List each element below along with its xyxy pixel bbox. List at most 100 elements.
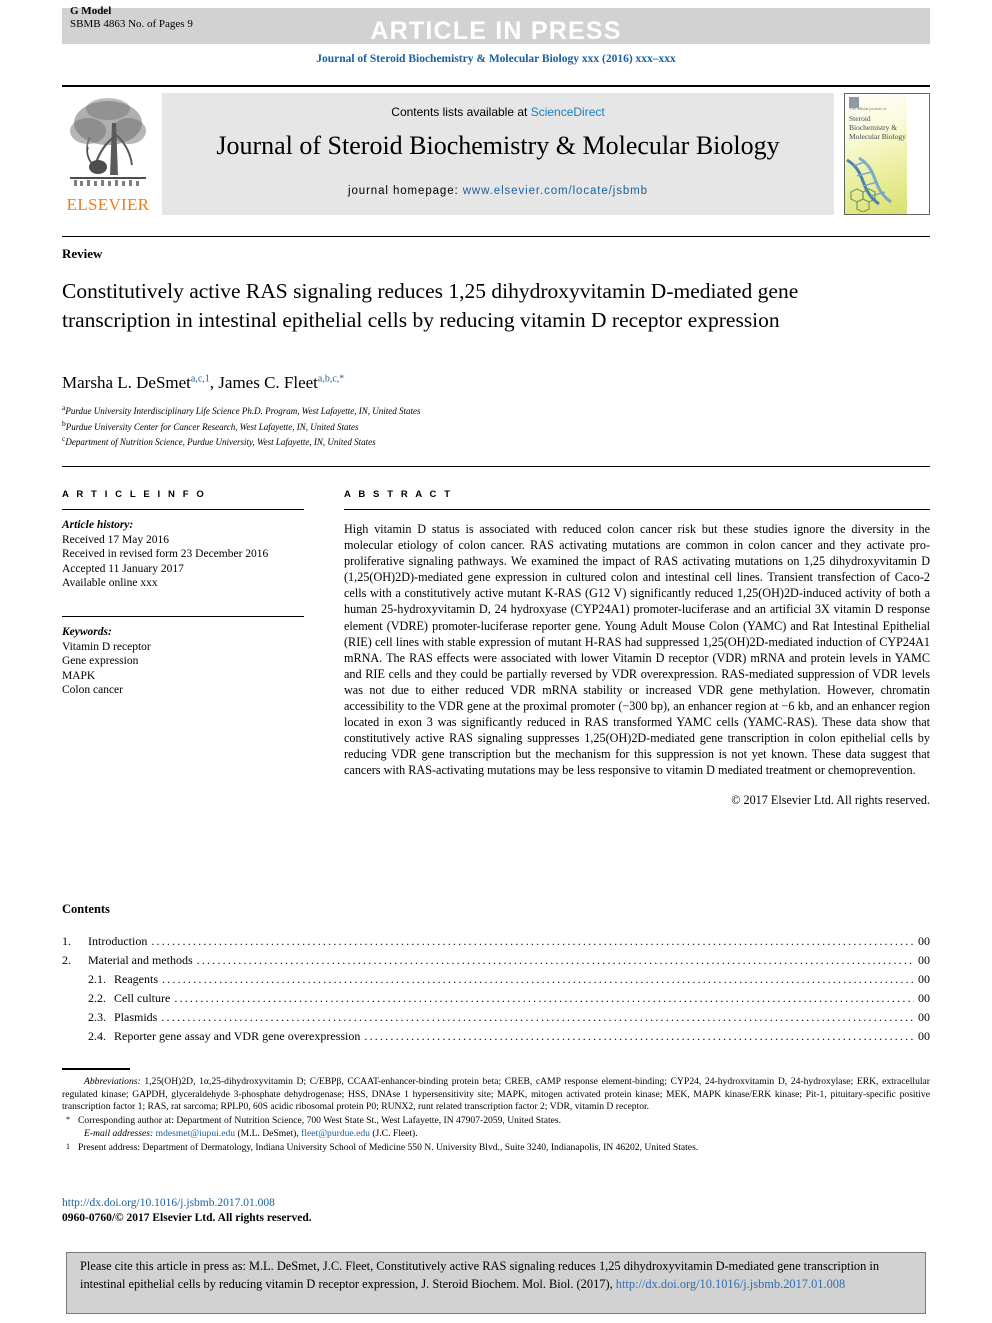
toc-page-number: 00 bbox=[918, 972, 930, 986]
journal-title: Journal of Steroid Biochemistry & Molecu… bbox=[216, 131, 780, 160]
email-link[interactable]: mdesmet@iupui.edu bbox=[156, 1128, 235, 1139]
toc-row[interactable]: 1. Introduction ........................… bbox=[62, 932, 930, 951]
toc-number: 2.4. bbox=[88, 1029, 106, 1043]
present-address-text: Present address: Department of Dermatolo… bbox=[78, 1141, 699, 1153]
contents-heading: Contents bbox=[62, 902, 110, 916]
toc-row[interactable]: 2.4. Reporter gene assay and VDR gene ov… bbox=[62, 1027, 930, 1046]
author-list: Marsha L. DeSmeta,c,1, James C. Fleeta,b… bbox=[62, 373, 345, 392]
article-info-heading: A R T I C L E I N F O bbox=[62, 489, 207, 500]
g-model-label: G Model bbox=[70, 5, 112, 17]
toc-leader: ........................................… bbox=[364, 1029, 914, 1043]
article-info-rule bbox=[62, 509, 304, 510]
toc-page-number: 00 bbox=[918, 1029, 930, 1043]
email-link[interactable]: fleet@purdue.edu bbox=[301, 1128, 370, 1139]
keyword-item: Colon cancer bbox=[62, 684, 123, 697]
abbreviations-label: Abbreviations: bbox=[84, 1076, 141, 1087]
toc-leader: ........................................… bbox=[196, 953, 914, 967]
cover-publisher-line: The official journal of bbox=[849, 106, 886, 111]
toc-number: 2.3. bbox=[88, 1010, 106, 1024]
corresponding-author-mark: * bbox=[66, 1114, 70, 1124]
journal-homepage-link[interactable]: www.elsevier.com/locate/jsbmb bbox=[463, 185, 648, 197]
toc-label: Plasmids bbox=[114, 1010, 158, 1024]
article-first-page: ARTICLE IN PRESS G Model SBMB 4863 No. o… bbox=[0, 0, 992, 1323]
article-head-rule bbox=[62, 236, 930, 237]
author-affiliation-marks: a,c,1 bbox=[190, 373, 210, 385]
toc-row[interactable]: 2.2. Cell culture ......................… bbox=[62, 989, 930, 1008]
toc-number: 1. bbox=[62, 934, 71, 948]
journal-running-head: Journal of Steroid Biochemistry & Molecu… bbox=[316, 53, 676, 65]
journal-homepage-prefix: journal homepage: bbox=[348, 185, 463, 197]
author-name: Marsha L. DeSmet bbox=[62, 373, 191, 392]
affiliation-text: Department of Nutrition Science, Purdue … bbox=[65, 437, 376, 447]
toc-page-number: 00 bbox=[918, 953, 930, 967]
manuscript-identifier: G Model SBMB 4863 No. of Pages 9 bbox=[70, 5, 193, 30]
masthead-panel: Contents lists available at ScienceDirec… bbox=[162, 93, 834, 215]
toc-leader: ........................................… bbox=[174, 991, 914, 1005]
page-title: Constitutively active RAS signaling redu… bbox=[62, 279, 799, 332]
contents-available-prefix: Contents lists available at bbox=[391, 105, 531, 119]
history-item: Available online xxx bbox=[62, 577, 158, 590]
history-item: Received in revised form 23 December 201… bbox=[62, 548, 269, 561]
elsevier-wordmark: ELSEVIER bbox=[66, 195, 150, 214]
article-info-column: A R T I C L E I N F O Article history: R… bbox=[62, 489, 304, 698]
present-address-mark: 1 bbox=[66, 1141, 70, 1151]
issn-copyright-line: 0960-0760/© 2017 Elsevier Ltd. All right… bbox=[62, 1211, 312, 1224]
toc-page-number: 00 bbox=[918, 991, 930, 1005]
toc-page-number: 00 bbox=[918, 934, 930, 948]
affiliation-item: cDepartment of Nutrition Science, Purdue… bbox=[62, 433, 862, 449]
abstract-column: A B S T R A C T High vitamin D status is… bbox=[344, 489, 930, 808]
toc-leader: ........................................… bbox=[161, 1010, 914, 1024]
toc-leader: ........................................… bbox=[162, 972, 914, 986]
email-addresses-label: E-mail addresses: bbox=[84, 1128, 154, 1140]
citation-text: Please cite this article in press as: M.… bbox=[80, 1258, 912, 1293]
toc-label: Reporter gene assay and VDR gene overexp… bbox=[114, 1029, 361, 1043]
author-name: James C. Fleet bbox=[218, 373, 318, 392]
journal-homepage-line: journal homepage: www.elsevier.com/locat… bbox=[162, 185, 834, 197]
abbreviations-text: 1,25(OH)2D, 1α,25-dihydroxyvitamin D; C/… bbox=[62, 1076, 931, 1113]
abstract-rule bbox=[344, 509, 930, 510]
author-affiliation-marks: a,b,c,* bbox=[317, 373, 345, 385]
abstract-section-rule bbox=[62, 466, 930, 467]
toc-number: 2.2. bbox=[88, 991, 106, 1005]
abstract-heading: A B S T R A C T bbox=[344, 489, 453, 500]
toc-row[interactable]: 2. Material and methods ................… bbox=[62, 951, 930, 970]
dna-helix-icon bbox=[846, 156, 892, 212]
toc-label: Reagents bbox=[114, 972, 158, 986]
toc-label: Cell culture bbox=[114, 991, 171, 1005]
toc-number: 2.1. bbox=[88, 972, 106, 986]
toc-label: Material and methods bbox=[88, 953, 193, 967]
keywords-block: Keywords: Vitamin D receptor Gene expres… bbox=[62, 625, 304, 698]
doi-link[interactable]: http://dx.doi.org/10.1016/j.jsbmb.2017.0… bbox=[62, 1196, 312, 1211]
journal-cover-thumbnail: The official journal of Steroid Biochemi… bbox=[844, 93, 930, 215]
toc-label: Introduction bbox=[88, 934, 148, 948]
sciencedirect-link[interactable]: ScienceDirect bbox=[531, 105, 605, 119]
toc-row[interactable]: 2.1. Reagents ..........................… bbox=[62, 970, 930, 989]
keywords-label: Keywords: bbox=[62, 625, 112, 638]
footnote-block: Abbreviations: 1,25(OH)2D, 1α,25-dihydro… bbox=[62, 1076, 930, 1155]
keywords-rule bbox=[62, 615, 304, 617]
email-addresses-note: E-mail addresses: mdesmet@iupui.edu (M.L… bbox=[84, 1128, 418, 1140]
affiliation-text: Purdue University Interdisciplinary Life… bbox=[65, 406, 421, 416]
toc-row[interactable]: 2.3. Plasmids ..........................… bbox=[62, 1008, 930, 1027]
corresponding-author-note: * Corresponding author at: Department of… bbox=[62, 1115, 930, 1128]
email-owner: (J.C. Fleet) bbox=[372, 1128, 416, 1140]
elsevier-logo: ELSEVIER bbox=[64, 93, 152, 215]
citation-doi-link[interactable]: http://dx.doi.org/10.1016/j.jsbmb.2017.0… bbox=[616, 1277, 845, 1291]
table-of-contents: 1. Introduction ........................… bbox=[62, 932, 930, 1046]
cover-journal-title: Steroid Biochemistry & Molecular Biology bbox=[849, 114, 906, 141]
elsevier-tree-icon bbox=[66, 93, 150, 189]
article-history-label: Article history: bbox=[62, 519, 134, 531]
article-history-block: Article history: Received 17 May 2016 Re… bbox=[62, 518, 304, 591]
toc-number: 2. bbox=[62, 953, 71, 967]
affiliation-item: aPurdue University Interdisciplinary Lif… bbox=[62, 402, 862, 418]
email-owner: (M.L. DeSmet) bbox=[237, 1128, 297, 1140]
contents-available-line: Contents lists available at ScienceDirec… bbox=[162, 105, 834, 119]
affiliation-item: bPurdue University Center for Cancer Res… bbox=[62, 418, 862, 434]
article-type-kicker: Review bbox=[62, 246, 103, 261]
abstract-copyright: © 2017 Elsevier Ltd. All rights reserved… bbox=[731, 792, 930, 807]
abstract-text: High vitamin D status is associated with… bbox=[344, 522, 930, 778]
corresponding-author-text: Corresponding author at: Department of N… bbox=[78, 1114, 562, 1126]
toc-page-number: 00 bbox=[918, 1010, 930, 1024]
journal-masthead: ELSEVIER Contents lists available at Sci… bbox=[62, 85, 930, 217]
affiliation-list: aPurdue University Interdisciplinary Lif… bbox=[62, 402, 862, 449]
